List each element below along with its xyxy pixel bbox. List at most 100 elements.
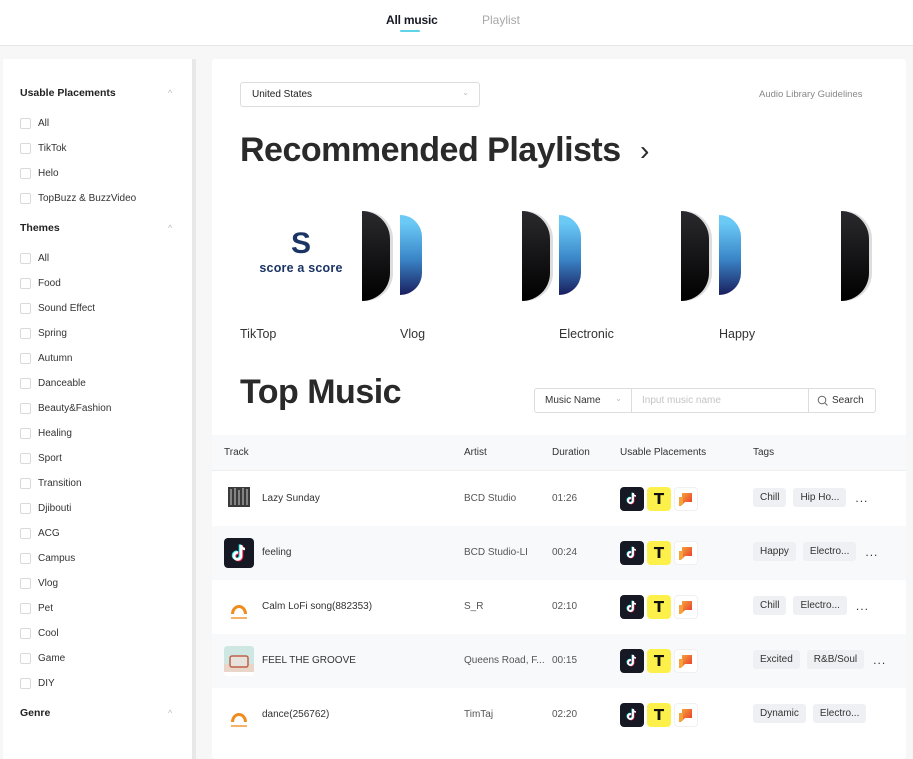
- more-options-icon[interactable]: ...: [865, 545, 878, 559]
- filter-section-title[interactable]: Themes: [20, 222, 60, 234]
- more-options-icon[interactable]: ...: [855, 491, 868, 505]
- playlist-card[interactable]: Vlog: [400, 209, 560, 349]
- filter-checkbox[interactable]: Transition: [20, 476, 82, 490]
- filter-checkbox[interactable]: Sport: [20, 451, 62, 465]
- checkbox[interactable]: [20, 167, 31, 179]
- track-name[interactable]: Calm LoFi song(882353): [262, 601, 372, 612]
- track-thumbnail[interactable]: [224, 538, 254, 568]
- table-row[interactable]: feeling BCD Studio-LI 00:24 T Happy Electro..…: [212, 526, 906, 580]
- country-select-value: United States: [252, 89, 313, 100]
- checkbox[interactable]: [20, 552, 31, 564]
- playlist-card[interactable]: Electronic: [559, 209, 719, 349]
- filter-checkbox[interactable]: Danceable: [20, 376, 86, 390]
- filter-checkbox[interactable]: Cool: [20, 626, 59, 640]
- helo-icon: [674, 649, 698, 673]
- tag[interactable]: Chill: [753, 488, 787, 507]
- tag[interactable]: Happy: [753, 542, 796, 561]
- chevron-up-icon[interactable]: ^: [168, 88, 172, 98]
- tag[interactable]: Electro...: [802, 542, 857, 561]
- chevron-right-icon[interactable]: ›: [640, 135, 649, 167]
- checkbox[interactable]: [20, 427, 31, 439]
- filter-checkbox[interactable]: Campus: [20, 551, 75, 565]
- playlist-name: Happy: [719, 327, 756, 341]
- tag[interactable]: Chill: [753, 596, 787, 615]
- checkbox[interactable]: [20, 502, 31, 514]
- guidelines-link[interactable]: Audio Library Guidelines: [759, 89, 863, 100]
- filter-section-title[interactable]: Genre: [20, 707, 50, 719]
- checkbox[interactable]: [20, 117, 31, 129]
- track-name[interactable]: Lazy Sunday: [262, 493, 320, 504]
- filter-checkbox[interactable]: Food: [20, 276, 61, 290]
- tag[interactable]: Excited: [753, 650, 800, 669]
- tab-all-music[interactable]: All music: [386, 13, 438, 27]
- checkbox[interactable]: [20, 527, 31, 539]
- checkbox[interactable]: [20, 627, 31, 639]
- checkbox[interactable]: [20, 252, 31, 264]
- filter-checkbox[interactable]: Beauty&Fashion: [20, 401, 111, 415]
- artist-name: BCD Studio-LI: [464, 547, 528, 558]
- checkbox[interactable]: [20, 277, 31, 289]
- checkbox[interactable]: [20, 602, 31, 614]
- helo-icon: [674, 703, 698, 727]
- checkbox[interactable]: [20, 402, 31, 414]
- checkbox[interactable]: [20, 192, 31, 204]
- checkbox[interactable]: [20, 452, 31, 464]
- checkbox[interactable]: [20, 577, 31, 589]
- main-panel: United States ⌄ Audio Library Guidelines…: [212, 59, 906, 759]
- filter-checkbox[interactable]: Pet: [20, 601, 53, 615]
- filter-checkbox[interactable]: Helo: [20, 166, 59, 180]
- table-row[interactable]: FEEL THE GROOVE Queens Road, F... 00:15 T Ex…: [212, 634, 906, 688]
- checkbox[interactable]: [20, 477, 31, 489]
- country-select[interactable]: United States ⌄: [240, 82, 480, 107]
- track-name[interactable]: FEEL THE GROOVE: [262, 655, 356, 666]
- track-thumbnail[interactable]: [224, 646, 254, 676]
- search-field-select[interactable]: Music Name ⌄: [535, 389, 632, 412]
- tag[interactable]: Dynamic: [753, 704, 806, 723]
- checkbox[interactable]: [20, 327, 31, 339]
- more-options-icon[interactable]: ...: [856, 599, 869, 613]
- recommended-playlists-title[interactable]: Recommended Playlists: [240, 131, 621, 170]
- checkbox-label: Beauty&Fashion: [38, 402, 112, 414]
- track-name[interactable]: feeling: [262, 547, 291, 558]
- checkbox[interactable]: [20, 142, 31, 154]
- tab-playlist[interactable]: Playlist: [482, 13, 520, 27]
- track-thumbnail[interactable]: [224, 700, 254, 730]
- filter-checkbox[interactable]: Game: [20, 651, 65, 665]
- filter-section-title[interactable]: Usable Placements: [20, 87, 116, 99]
- checkbox[interactable]: [20, 302, 31, 314]
- more-options-icon[interactable]: ...: [873, 653, 886, 667]
- filter-checkbox[interactable]: Spring: [20, 326, 67, 340]
- tag[interactable]: Hip Ho...: [793, 488, 847, 507]
- table-row[interactable]: Lazy Sunday BCD Studio 01:26 T Chill Hip Ho..…: [212, 472, 906, 526]
- table-row[interactable]: Calm LoFi song(882353) S_R 02:10 T Chill Elec…: [212, 580, 906, 634]
- track-name[interactable]: dance(256762): [262, 709, 329, 720]
- duration: 01:26: [552, 493, 578, 504]
- checkbox[interactable]: [20, 652, 31, 664]
- filter-checkbox[interactable]: TikTok: [20, 141, 67, 155]
- checkbox[interactable]: [20, 377, 31, 389]
- tag[interactable]: R&B/Soul: [806, 650, 865, 669]
- chevron-up-icon[interactable]: ^: [168, 708, 172, 718]
- table-row[interactable]: dance(256762) TimTaj 02:20 T Dynamic Electro.…: [212, 688, 906, 742]
- checkbox[interactable]: [20, 677, 31, 689]
- filter-checkbox[interactable]: All: [20, 116, 49, 130]
- tag[interactable]: Electro...: [812, 704, 867, 723]
- filter-checkbox[interactable]: Autumn: [20, 351, 72, 365]
- filter-checkbox[interactable]: Sound Effect: [20, 301, 95, 315]
- track-thumbnail[interactable]: [224, 592, 254, 622]
- filter-checkbox[interactable]: Healing: [20, 426, 72, 440]
- filter-checkbox[interactable]: ACG: [20, 526, 60, 540]
- playlist-card[interactable]: S score a score TikTop: [240, 209, 400, 349]
- filter-checkbox[interactable]: DIY: [20, 676, 55, 690]
- tag[interactable]: Electro...: [793, 596, 847, 615]
- filter-checkbox[interactable]: TopBuzz & BuzzVideo: [20, 191, 136, 205]
- chevron-up-icon[interactable]: ^: [168, 223, 172, 233]
- filter-checkbox[interactable]: Djibouti: [20, 501, 71, 515]
- search-button[interactable]: Search: [808, 389, 875, 412]
- filter-checkbox[interactable]: Vlog: [20, 576, 58, 590]
- search-input[interactable]: [632, 389, 808, 412]
- track-thumbnail[interactable]: [224, 484, 254, 514]
- playlist-card[interactable]: Happy: [719, 209, 879, 349]
- checkbox[interactable]: [20, 352, 31, 364]
- filter-checkbox[interactable]: All: [20, 251, 49, 265]
